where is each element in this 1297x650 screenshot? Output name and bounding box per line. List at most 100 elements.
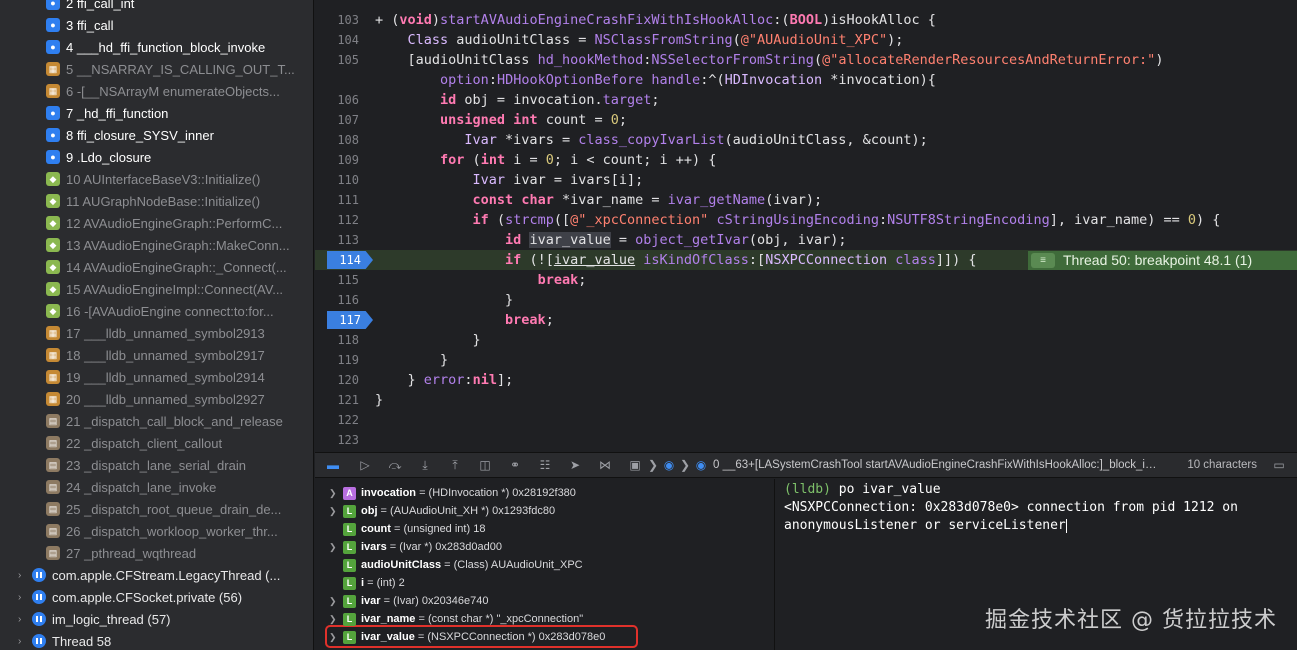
- stack-frame-row[interactable]: ▦ 6 -[__NSArrayM enumerateObjects...: [0, 80, 313, 102]
- stack-frame-row[interactable]: ◆ 11 AUGraphNodeBase::Initialize(): [0, 190, 313, 212]
- stack-frame-row[interactable]: ▤ 21 _dispatch_call_block_and_release: [0, 410, 313, 432]
- breakpoint-annotation[interactable]: ≡ Thread 50: breakpoint 48.1 (1): [1028, 251, 1297, 270]
- code-line[interactable]: 121}: [315, 390, 1297, 410]
- code-line[interactable]: 119 }: [315, 350, 1297, 370]
- stack-frame-row[interactable]: ◆ 10 AUInterfaceBaseV3::Initialize(): [0, 168, 313, 190]
- thread-row[interactable]: › com.apple.CFStream.LegacyThread (...: [0, 564, 313, 586]
- frame-split-icon[interactable]: ⋈: [597, 458, 613, 472]
- code-line[interactable]: 117 break;: [315, 310, 1297, 330]
- code-line[interactable]: 116 }: [315, 290, 1297, 310]
- thread-row[interactable]: › im_logic_thread (57): [0, 608, 313, 630]
- variable-row[interactable]: Li = (int) 2: [315, 574, 775, 592]
- stack-frame-row[interactable]: ▦ 18 ___lldb_unnamed_symbol2917: [0, 344, 313, 366]
- continue-icon[interactable]: ▷: [357, 458, 373, 472]
- stack-frame-row[interactable]: ● 3 ffi_call: [0, 14, 313, 36]
- code-line[interactable]: 111 const char *ivar_name = ivar_getName…: [315, 190, 1297, 210]
- environment-overrides-icon[interactable]: ☷: [537, 458, 553, 472]
- code-line[interactable]: option:HDHookOptionBefore handle:^(HDInv…: [315, 70, 1297, 90]
- line-number[interactable]: 120: [315, 370, 359, 390]
- line-number[interactable]: 112: [315, 210, 359, 230]
- code-line[interactable]: 110 Ivar ivar = ivars[i];: [315, 170, 1297, 190]
- code-line[interactable]: 104 Class audioUnitClass = NSClassFromSt…: [315, 30, 1297, 50]
- stack-frame-row[interactable]: ▤ 22 _dispatch_client_callout: [0, 432, 313, 454]
- code-line[interactable]: 106 id obj = invocation.target;: [315, 90, 1297, 110]
- line-number[interactable]: 103: [315, 10, 359, 30]
- stack-frame-row[interactable]: ● 2 ffi_call_int: [0, 0, 313, 14]
- variable-row[interactable]: ❯ Livar_value = (NSXPCConnection *) 0x283…: [315, 628, 775, 646]
- code-line[interactable]: 118 }: [315, 330, 1297, 350]
- stack-frame-row[interactable]: ▦ 20 ___lldb_unnamed_symbol2927: [0, 388, 313, 410]
- hide-debug-area-icon[interactable]: ▬: [325, 458, 341, 472]
- line-number[interactable]: 121: [315, 390, 359, 410]
- variable-row[interactable]: LaudioUnitClass = (Class) AUAudioUnit_XP…: [315, 556, 775, 574]
- disclosure-triangle-icon[interactable]: ❯: [329, 538, 337, 556]
- code-line[interactable]: 120 } error:nil];: [315, 370, 1297, 390]
- step-over-icon[interactable]: ⤼: [387, 458, 403, 472]
- stack-frame-row[interactable]: ◆ 12 AVAudioEngineGraph::PerformC...: [0, 212, 313, 234]
- simulate-location-icon[interactable]: ➤: [567, 458, 583, 472]
- step-out-icon[interactable]: ⤒: [447, 458, 463, 472]
- line-number[interactable]: 118: [315, 330, 359, 350]
- disclosure-triangle-icon[interactable]: ❯: [329, 502, 337, 520]
- stack-frame-row[interactable]: ● 7 _hd_ffi_function: [0, 102, 313, 124]
- code-line[interactable]: 107 unsigned int count = 0;: [315, 110, 1297, 130]
- code-line[interactable]: 109 for (int i = 0; i < count; i ++) {: [315, 150, 1297, 170]
- disclosure-triangle-icon[interactable]: ❯: [329, 484, 337, 502]
- stack-frame-row[interactable]: ▦ 19 ___lldb_unnamed_symbol2914: [0, 366, 313, 388]
- line-number[interactable]: 123: [315, 430, 359, 450]
- line-number[interactable]: 110: [315, 170, 359, 190]
- disclosure-triangle-icon[interactable]: ❯: [329, 592, 337, 610]
- disclosure-triangle-icon[interactable]: ›: [18, 592, 28, 603]
- stack-frame-row[interactable]: ▤ 26 _dispatch_workloop_worker_thr...: [0, 520, 313, 542]
- breakpoint-marker[interactable]: 117: [327, 311, 373, 329]
- step-into-icon[interactable]: ⤓: [417, 458, 433, 472]
- lldb-console[interactable]: (lldb) po ivar_value <NSXPCConnection: 0…: [776, 479, 1297, 650]
- code-line[interactable]: 103 + (void)startAVAudioEngineCrashFixWit…: [315, 10, 1297, 30]
- stack-frame-row[interactable]: ▦ 5 __NSARRAY_IS_CALLING_OUT_T...: [0, 58, 313, 80]
- code-line[interactable]: 108 Ivar *ivars = class_copyIvarList(aud…: [315, 130, 1297, 150]
- line-number[interactable]: 111: [315, 190, 359, 210]
- stack-frame-row[interactable]: ▤ 24 _dispatch_lane_invoke: [0, 476, 313, 498]
- stack-frame-row[interactable]: ◆ 14 AVAudioEngineGraph::_Connect(...: [0, 256, 313, 278]
- stack-frame-icon[interactable]: ◉: [693, 458, 709, 472]
- stack-frame-row[interactable]: ▤ 23 _dispatch_lane_serial_drain: [0, 454, 313, 476]
- variables-view[interactable]: ❯ Ainvocation = (HDInvocation *) 0x28192f…: [315, 479, 775, 650]
- line-number[interactable]: 113: [315, 230, 359, 250]
- line-number[interactable]: 107: [315, 110, 359, 130]
- stack-frame-row[interactable]: ◆ 13 AVAudioEngineGraph::MakeConn...: [0, 234, 313, 256]
- annotation-menu-icon[interactable]: ≡: [1031, 253, 1055, 268]
- thread-row[interactable]: › com.apple.CFSocket.private (56): [0, 586, 313, 608]
- stack-frame-row[interactable]: ▤ 25 _dispatch_root_queue_drain_de...: [0, 498, 313, 520]
- variable-row[interactable]: ❯ Livars = (Ivar *) 0x283d0ad00: [315, 538, 775, 556]
- disclosure-triangle-icon[interactable]: ›: [18, 570, 28, 581]
- disclosure-triangle-icon[interactable]: ›: [18, 636, 28, 647]
- variable-row[interactable]: ❯ Livar_name = (const char *) "_xpcConnec…: [315, 610, 775, 628]
- stack-frame-row[interactable]: ◆ 16 -[AVAudioEngine connect:to:for...: [0, 300, 313, 322]
- stack-frame-row[interactable]: ▦ 17 ___lldb_unnamed_symbol2913: [0, 322, 313, 344]
- stack-frame-row[interactable]: ● 9 .Ldo_closure: [0, 146, 313, 168]
- line-number[interactable]: 108: [315, 130, 359, 150]
- code-line[interactable]: 115 break;: [315, 270, 1297, 290]
- line-number[interactable]: 104: [315, 30, 359, 50]
- stack-frame-breadcrumb[interactable]: 0 __63+[LASystemCrashTool startAVAudioEn…: [713, 459, 1159, 471]
- code-line[interactable]: 112 if (strcmp([@"_xpcConnection" cStrin…: [315, 210, 1297, 230]
- line-number[interactable]: 115: [315, 270, 359, 290]
- stack-frame-row[interactable]: ● 8 ffi_closure_SYSV_inner: [0, 124, 313, 146]
- line-number[interactable]: 116: [315, 290, 359, 310]
- stack-frame-row[interactable]: ◆ 15 AVAudioEngineImpl::Connect(AV...: [0, 278, 313, 300]
- source-editor[interactable]: 103 + (void)startAVAudioEngineCrashFixWit…: [315, 0, 1297, 452]
- thread-row[interactable]: › Thread 58: [0, 630, 313, 650]
- variable-row[interactable]: Lcount = (unsigned int) 18: [315, 520, 775, 538]
- code-line[interactable]: 123: [315, 430, 1297, 450]
- stack-frame-row[interactable]: ● 4 ___hd_ffi_function_block_invoke: [0, 36, 313, 58]
- code-line[interactable]: 113 id ivar_value = object_getIvar(obj, …: [315, 230, 1297, 250]
- disclosure-triangle-icon[interactable]: ❯: [329, 628, 337, 646]
- console-toggle-icon[interactable]: ▭: [1271, 458, 1287, 472]
- code-line[interactable]: 122: [315, 410, 1297, 430]
- app-icon[interactable]: ▣: [627, 458, 643, 472]
- view-hierarchy-icon[interactable]: ◫: [477, 458, 493, 472]
- variable-row[interactable]: ❯ Livar = (Ivar) 0x20346e740: [315, 592, 775, 610]
- line-number[interactable]: 122: [315, 410, 359, 430]
- variable-row[interactable]: ❯ Lobj = (AUAudioUnit_XH *) 0x1293fdc80: [315, 502, 775, 520]
- memory-graph-icon[interactable]: ⚭: [507, 458, 523, 472]
